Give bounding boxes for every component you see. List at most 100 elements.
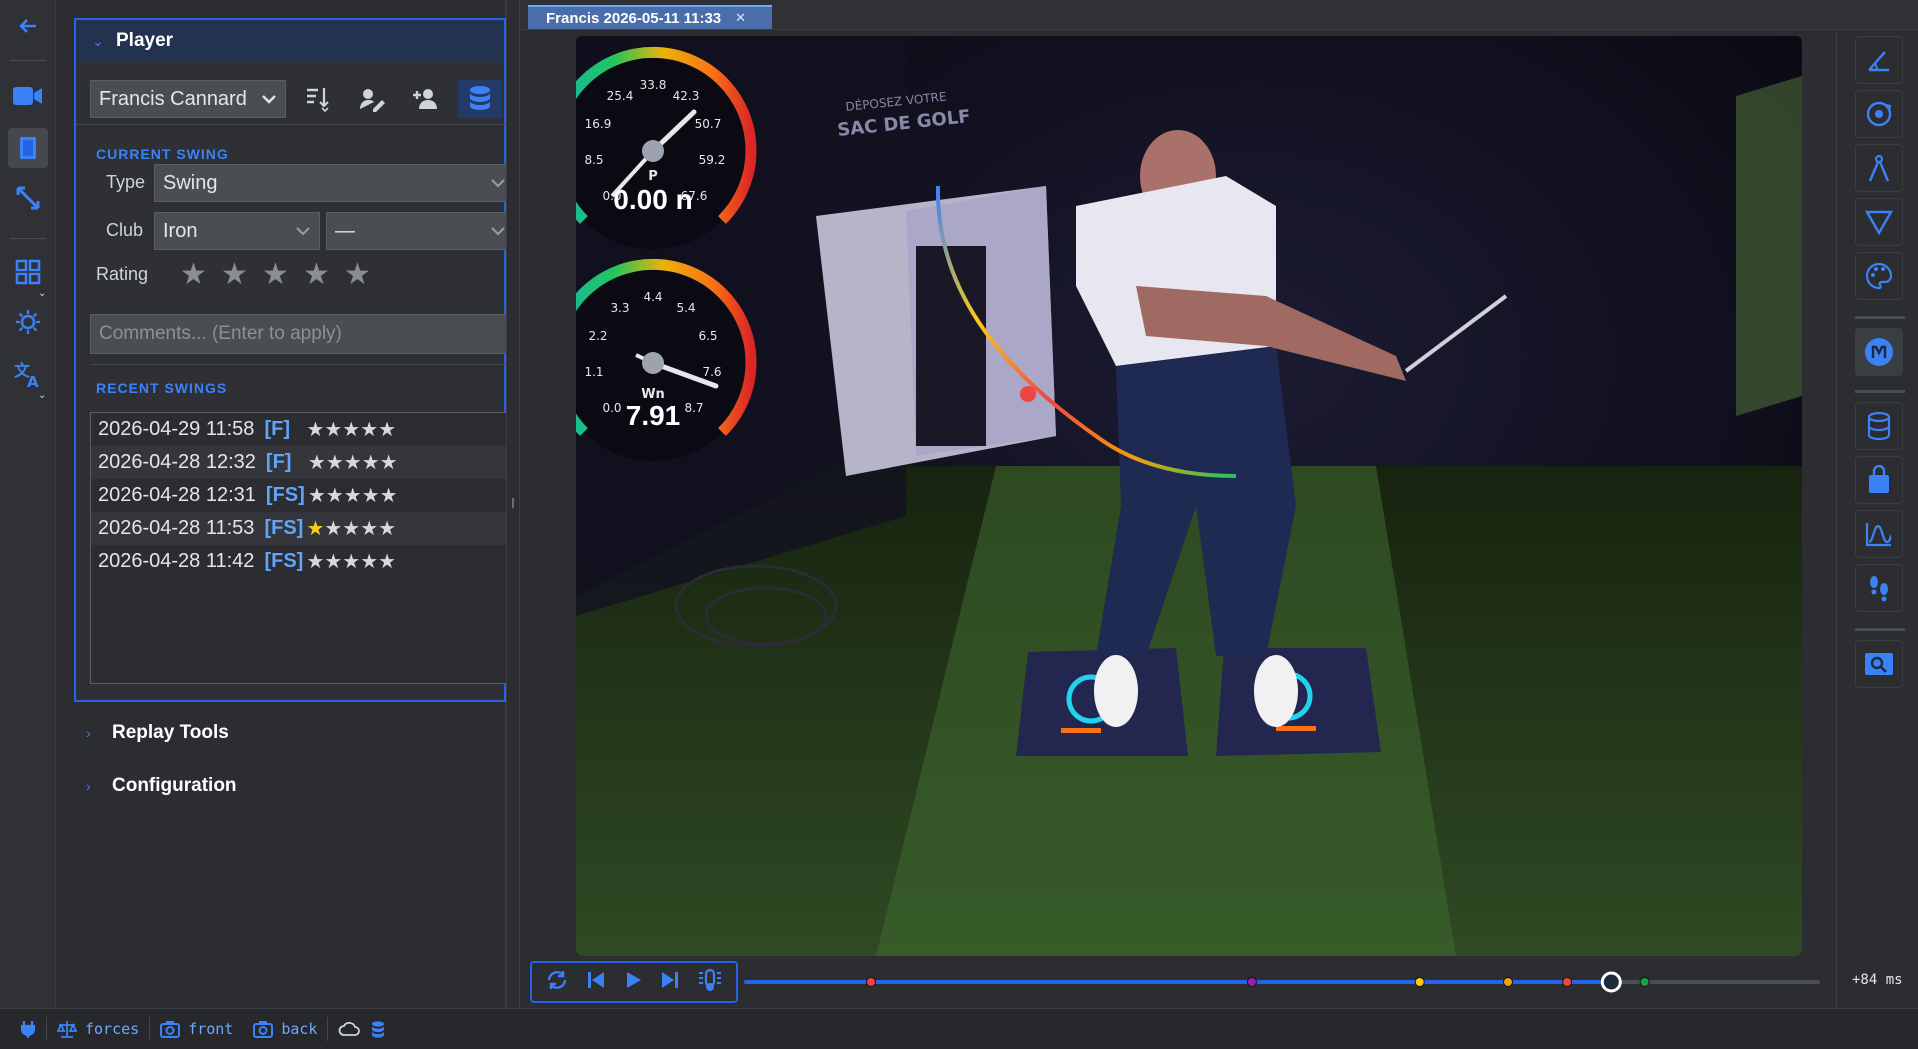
chevron-right-icon: ›	[86, 725, 91, 741]
chevron-down-icon: ⌄	[38, 288, 47, 299]
cloud-icon[interactable]	[328, 1009, 370, 1049]
weight-gauge-dial: 0.0 1.1 2.2 3.3 4.4 5.4 6.5 7.6 8.7 Wn	[576, 258, 757, 461]
timeline-event-marker[interactable]	[1246, 977, 1257, 987]
step-back-icon[interactable]	[584, 968, 608, 997]
video-camera-icon[interactable]	[8, 76, 48, 116]
footprints-icon[interactable]	[1855, 564, 1903, 612]
timeline-event-marker[interactable]	[1639, 977, 1650, 987]
replay-tools-header[interactable]: › Replay Tools	[86, 722, 229, 744]
marker-toggle-icon[interactable]	[1855, 328, 1903, 376]
list-item[interactable]: 2026-04-29 11:58 [F] ★★★★★	[91, 413, 509, 446]
camera-icon	[160, 1021, 181, 1038]
tab-recording[interactable]: Francis 2026-05-11 11:33 ✕	[528, 5, 772, 29]
list-item[interactable]: 2026-04-28 12:31 [FS] ★★★★★	[91, 479, 509, 512]
rating-star-4[interactable]: ★	[299, 260, 334, 290]
rating-star-5[interactable]: ★	[340, 260, 375, 290]
add-user-icon[interactable]	[404, 80, 448, 118]
slow-motion-icon[interactable]	[697, 967, 723, 998]
swing-date: 2026-04-28 12:31	[98, 484, 256, 506]
list-item[interactable]: 2026-04-28 11:42 [FS] ★★★★★	[91, 545, 509, 578]
status-front-label: front	[188, 1020, 234, 1038]
recent-swings-list: 2026-04-29 11:58 [F] ★★★★★ 2026-04-28 12…	[90, 412, 510, 684]
database-panel-icon[interactable]	[1855, 402, 1903, 450]
angle-tool-icon[interactable]	[1855, 36, 1903, 84]
rating-star-3[interactable]: ★	[258, 260, 293, 290]
gauge-tick: 5.4	[676, 301, 695, 315]
brightness-icon[interactable]	[8, 302, 48, 342]
translate-icon[interactable]: 文A	[8, 354, 48, 394]
type-select[interactable]: Swing	[154, 164, 514, 202]
comments-input[interactable]: Comments... (Enter to apply)	[90, 314, 510, 354]
status-front-camera[interactable]: front	[150, 1009, 243, 1049]
gauge-tick: 2.2	[588, 329, 607, 343]
rating-star-2[interactable]: ★	[217, 260, 252, 290]
divider	[1855, 316, 1905, 319]
pressure-gauge-value: 0.00 n	[613, 184, 693, 215]
edit-user-icon[interactable]	[350, 80, 394, 118]
club-variant-select[interactable]: —	[326, 212, 514, 250]
configuration-header[interactable]: › Configuration	[86, 775, 237, 797]
timeline-event-marker[interactable]	[1503, 977, 1513, 987]
chevron-down-icon: ⌄	[92, 32, 104, 49]
play-icon[interactable]	[622, 969, 644, 996]
swing-date: 2026-04-28 11:53	[98, 517, 255, 539]
golf-bag-icon[interactable]	[1855, 456, 1903, 504]
swing-tag: [FS]	[265, 484, 305, 506]
current-swing-label: CURRENT SWING	[96, 146, 229, 162]
timeline-playhead[interactable]	[1600, 971, 1622, 993]
status-forces[interactable]: forces	[47, 1009, 149, 1049]
timeline-event-marker[interactable]	[1562, 977, 1573, 987]
gauge-tick: 4.4	[643, 290, 662, 304]
player-select[interactable]: Francis Cannard	[90, 80, 286, 118]
force-plate-right	[1216, 648, 1381, 756]
configuration-title: Configuration	[112, 775, 237, 796]
close-icon[interactable]: ✕	[735, 10, 746, 26]
panel-splitter[interactable]	[506, 0, 520, 1008]
club-select[interactable]: Iron	[154, 212, 320, 250]
measure-tool-icon[interactable]	[8, 178, 48, 218]
compass-tool-icon[interactable]	[1855, 144, 1903, 192]
swing-date: 2026-04-29 11:58	[98, 418, 255, 440]
player-panel-icon[interactable]	[8, 128, 48, 168]
gauge-tick: 8.5	[584, 153, 603, 167]
side-panel: ⌄ Player Francis Cannard CURRENT SWING T…	[62, 0, 514, 1008]
player-select-value: Francis Cannard	[99, 87, 247, 110]
video-frame: DÉPOSEZ VOTRE SAC DE GOLF	[576, 36, 1802, 956]
database-status-icon[interactable]	[370, 1009, 396, 1049]
timeline-scrubber[interactable]	[744, 960, 1820, 1004]
gauge-tick: 1.1	[584, 365, 603, 379]
database-icon[interactable]	[458, 80, 502, 118]
step-forward-icon[interactable]	[658, 968, 682, 997]
triangle-tool-icon[interactable]	[1855, 198, 1903, 246]
scale-icon	[57, 1021, 77, 1038]
layout-grid-icon[interactable]	[8, 252, 48, 292]
palette-icon[interactable]	[1855, 252, 1903, 300]
sort-icon[interactable]	[296, 80, 340, 118]
chevron-down-icon	[491, 179, 505, 188]
list-item[interactable]: 2026-04-28 12:32 [F] ★★★★★	[91, 446, 509, 479]
zoom-search-icon[interactable]	[1855, 640, 1903, 688]
status-bar: forces front back	[0, 1008, 1918, 1049]
divider	[10, 238, 46, 239]
loop-icon[interactable]	[545, 968, 569, 997]
rotation-tool-icon[interactable]	[1855, 90, 1903, 138]
status-back-label: back	[281, 1020, 318, 1038]
splitter-grip	[512, 498, 514, 508]
divider	[1855, 390, 1905, 393]
list-item[interactable]: 2026-04-28 11:53 [FS] ★★★★★	[91, 512, 509, 545]
swing-date: 2026-04-28 11:42	[98, 550, 255, 572]
back-arrow-icon[interactable]	[8, 6, 48, 46]
chart-curve-icon[interactable]	[1855, 510, 1903, 558]
rating-star-1[interactable]: ★	[176, 260, 211, 290]
video-viewer[interactable]: DÉPOSEZ VOTRE SAC DE GOLF 0.0 8.5 16.9 2…	[576, 36, 1802, 956]
replay-tools-title: Replay Tools	[112, 722, 229, 743]
gauge-tick: 25.4	[607, 89, 634, 103]
timeline-event-marker[interactable]	[866, 977, 876, 987]
status-back-camera[interactable]: back	[243, 1009, 327, 1049]
timeline-event-marker[interactable]	[1414, 977, 1425, 987]
activity-bar: ⌄ 文A ⌄	[0, 0, 56, 1008]
swing-tag: [FS]	[264, 517, 304, 539]
divider	[76, 124, 508, 125]
connection-plug-icon[interactable]	[10, 1009, 46, 1049]
player-section-header[interactable]: ⌄ Player	[76, 20, 504, 62]
